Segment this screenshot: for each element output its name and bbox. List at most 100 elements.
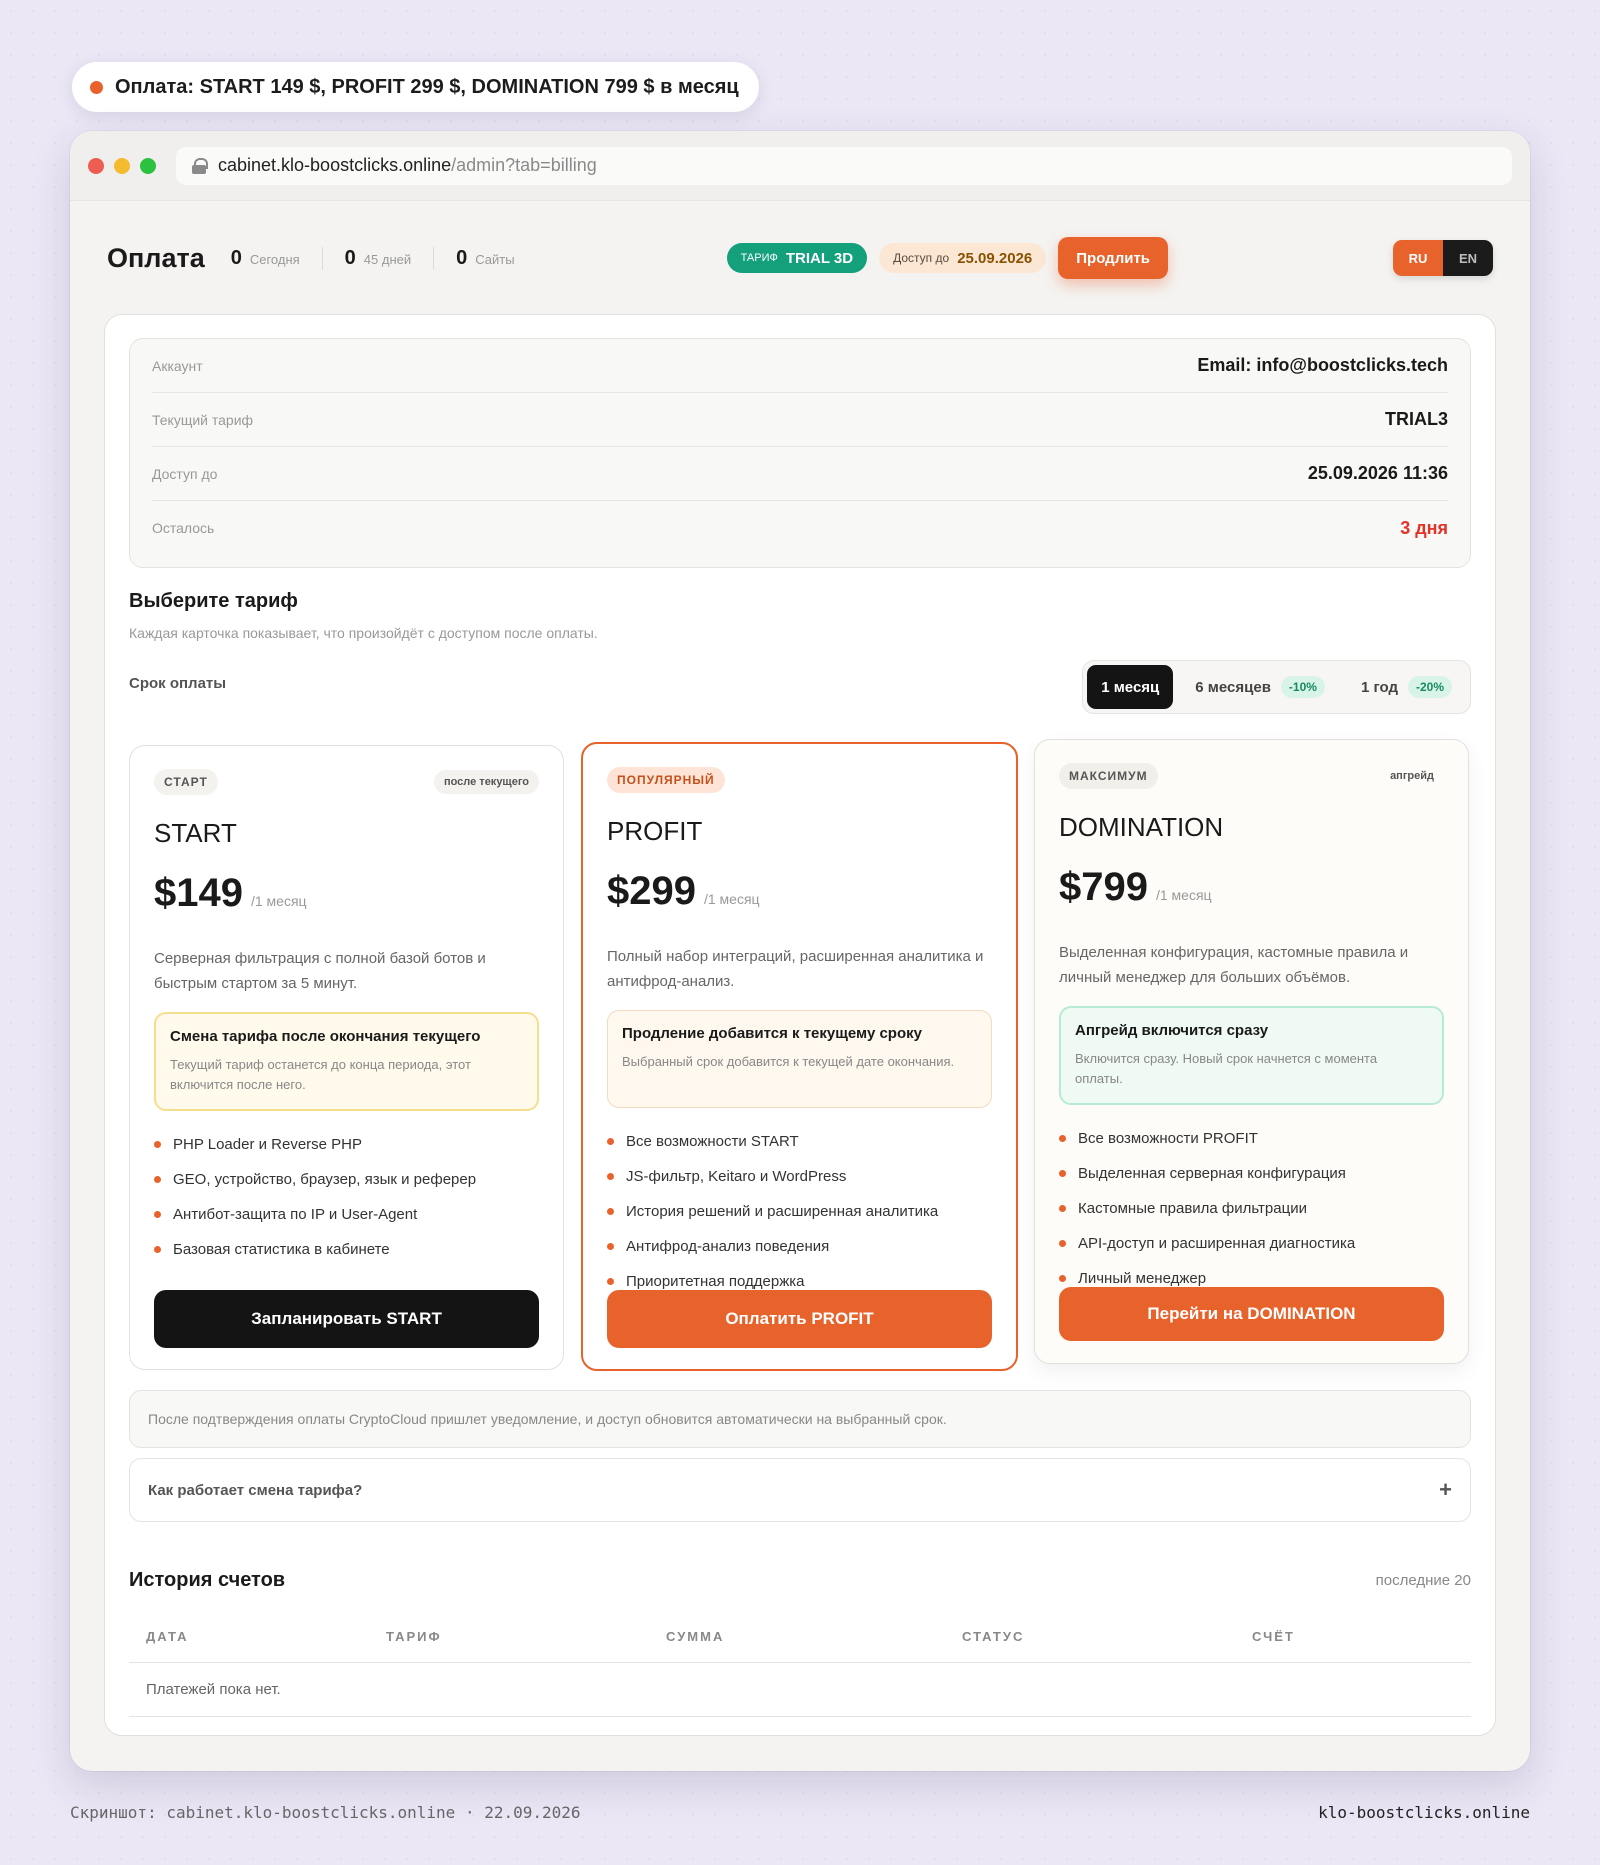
- pay-profit-button[interactable]: Оплатить PROFIT: [607, 1290, 992, 1348]
- access-badge: Доступ до 25.09.2026: [879, 243, 1047, 273]
- empty-table-message: Платежей пока нет.: [129, 1663, 1471, 1717]
- account-info: Аккаунт Email: info@boostclicks.tech Тек…: [129, 338, 1471, 568]
- bullet-icon: [607, 1138, 614, 1145]
- stat-sites: 0 Сайты: [433, 246, 536, 270]
- lang-en-button[interactable]: EN: [1443, 240, 1493, 276]
- feature-text: PHP Loader и Reverse PHP: [173, 1136, 363, 1153]
- address-bar[interactable]: cabinet.klo-boostclicks.online/admin?tab…: [176, 146, 1512, 185]
- feature-item: Антибот-защита по IP и User-Agent: [154, 1197, 539, 1232]
- faq-accordion[interactable]: Как работает смена тарифа? +: [129, 1458, 1471, 1522]
- tariff-badge-key: ТАРИФ: [740, 252, 778, 264]
- feature-text: Антибот-защита по IP и User-Agent: [173, 1206, 418, 1223]
- plan-features: Все возможности PROFIT Выделенная сервер…: [1059, 1121, 1444, 1296]
- plan-notice-title: Смена тарифа после окончания текущего: [170, 1028, 481, 1045]
- invoice-history-count: последние 20: [1375, 1572, 1471, 1589]
- plan-price: $799: [1059, 865, 1148, 909]
- language-switch: RU EN: [1393, 240, 1493, 276]
- stat-45-days: 0 45 дней: [321, 246, 433, 270]
- plan-period: /1 месяц: [1155, 887, 1212, 903]
- feature-item: История решений и расширенная аналитика: [607, 1194, 992, 1229]
- faq-title: Как работает смена тарифа?: [148, 1481, 363, 1499]
- period-label: Срок оплаты: [129, 675, 227, 692]
- feature-item: Все возможности PROFIT: [1059, 1121, 1444, 1156]
- browser-window: cabinet.klo-boostclicks.online/admin?tab…: [70, 131, 1530, 1771]
- plan-corner-tag: апгрейд: [1390, 770, 1434, 782]
- maximize-window-button[interactable]: [140, 157, 156, 174]
- info-value: TRIAL3: [1385, 409, 1448, 429]
- footer-domain: klo-boostclicks.online: [1318, 1803, 1530, 1822]
- status-dot-icon: [90, 80, 103, 94]
- plan-price: $149: [154, 871, 243, 915]
- tariff-badge-value: TRIAL 3D: [785, 249, 854, 267]
- feature-text: Все возможности START: [626, 1133, 799, 1150]
- info-row-remaining: Осталось 3 дня: [152, 501, 1448, 555]
- lock-icon: [192, 157, 208, 174]
- minimize-window-button[interactable]: [114, 157, 130, 174]
- feature-item: JS-фильтр, Keitaro и WordPress: [607, 1159, 992, 1194]
- extend-button[interactable]: Продлить: [1058, 237, 1169, 279]
- feature-text: API-доступ и расширенная диагностика: [1078, 1235, 1356, 1252]
- feature-item: Антифрод-анализ поведения: [607, 1229, 992, 1264]
- plan-notice-title: Апгрейд включится сразу: [1075, 1022, 1269, 1039]
- invoice-table: ДАТА ТАРИФ СУММА СТАТУС СЧЁТ Платежей по…: [129, 1611, 1471, 1717]
- stat-today: 0 Сегодня: [231, 247, 322, 270]
- stat-value: 0: [344, 246, 356, 269]
- stat-label: Сайты: [475, 251, 515, 267]
- period-option-1-month[interactable]: 1 месяц: [1087, 665, 1174, 709]
- window-controls: [88, 157, 156, 174]
- feature-text: Базовая статистика в кабинете: [173, 1241, 390, 1258]
- feature-text: Антифрод-анализ поведения: [626, 1238, 830, 1255]
- info-row-current-tariff: Текущий тариф TRIAL3: [152, 393, 1448, 447]
- plan-card-profit: ПОПУЛЯРНЫЙ PROFIT $299 /1 месяц Полный н…: [581, 742, 1018, 1371]
- plan-tag: МАКСИМУМ: [1059, 763, 1158, 789]
- bullet-icon: [154, 1141, 161, 1148]
- bullet-icon: [607, 1278, 614, 1285]
- plan-notice-text: Выбранный срок добавится к текущей дате …: [622, 1054, 955, 1069]
- period-option-1-year[interactable]: 1 год -20%: [1347, 665, 1466, 709]
- column-header-invoice: СЧЁТ: [1252, 1629, 1295, 1644]
- period-option-6-months[interactable]: 6 месяцев -10%: [1181, 665, 1339, 709]
- schedule-start-button[interactable]: Запланировать START: [154, 1290, 539, 1348]
- go-domination-button[interactable]: Перейти на DOMINATION: [1059, 1287, 1444, 1341]
- plan-notice: Смена тарифа после окончания текущего Те…: [154, 1012, 539, 1111]
- plan-name: START: [154, 818, 237, 848]
- plan-features: Все возможности START JS-фильтр, Keitaro…: [607, 1124, 992, 1299]
- billing-panel: Аккаунт Email: info@boostclicks.tech Тек…: [104, 314, 1496, 1736]
- plan-period: /1 месяц: [703, 891, 760, 907]
- lang-ru-button[interactable]: RU: [1393, 240, 1443, 276]
- bullet-icon: [1059, 1205, 1066, 1212]
- feature-item: Кастомные правила фильтрации: [1059, 1191, 1444, 1226]
- stat-value: 0: [456, 246, 468, 269]
- info-label: Осталось: [152, 520, 215, 536]
- feature-text: Все возможности PROFIT: [1078, 1130, 1258, 1147]
- feature-item: API-доступ и расширенная диагностика: [1059, 1226, 1444, 1261]
- bullet-icon: [1059, 1135, 1066, 1142]
- plan-tag: СТАРТ: [154, 769, 218, 795]
- feature-item: PHP Loader и Reverse PHP: [154, 1127, 539, 1162]
- plan-notice-title: Продление добавится к текущему сроку: [622, 1025, 922, 1042]
- info-value: 3 дня: [1400, 517, 1448, 538]
- period-option-label: 6 месяцев: [1195, 678, 1271, 696]
- access-badge-key: Доступ до: [893, 251, 950, 265]
- feature-text: История решений и расширенная аналитика: [626, 1203, 939, 1220]
- url-path: /admin?tab=billing: [451, 155, 597, 175]
- feature-text: GEO, устройство, браузер, язык и реферер: [173, 1171, 477, 1188]
- plan-notice: Продление добавится к текущему сроку Выб…: [607, 1010, 992, 1108]
- bullet-icon: [607, 1243, 614, 1250]
- info-label: Текущий тариф: [152, 411, 254, 428]
- plan-tag: ПОПУЛЯРНЫЙ: [607, 767, 725, 793]
- tariff-badge: ТАРИФ TRIAL 3D: [726, 243, 868, 273]
- plan-description: Выделенная конфигурация, кастомные прави…: [1059, 944, 1409, 986]
- feature-item: Выделенная серверная конфигурация: [1059, 1156, 1444, 1191]
- plan-corner-tag: после текущего: [433, 770, 539, 794]
- stat-value: 0: [230, 246, 242, 269]
- caption-text: Оплата: START 149 $, PROFIT 299 $, DOMIN…: [115, 75, 739, 98]
- bullet-icon: [607, 1208, 614, 1215]
- table-header: ДАТА ТАРИФ СУММА СТАТУС СЧЁТ: [129, 1611, 1471, 1663]
- bullet-icon: [154, 1211, 161, 1218]
- close-window-button[interactable]: [88, 157, 104, 174]
- plan-name: DOMINATION: [1059, 812, 1224, 842]
- column-header-date: ДАТА: [146, 1629, 189, 1644]
- bullet-icon: [154, 1246, 161, 1253]
- feature-text: Личный менеджер: [1078, 1270, 1207, 1287]
